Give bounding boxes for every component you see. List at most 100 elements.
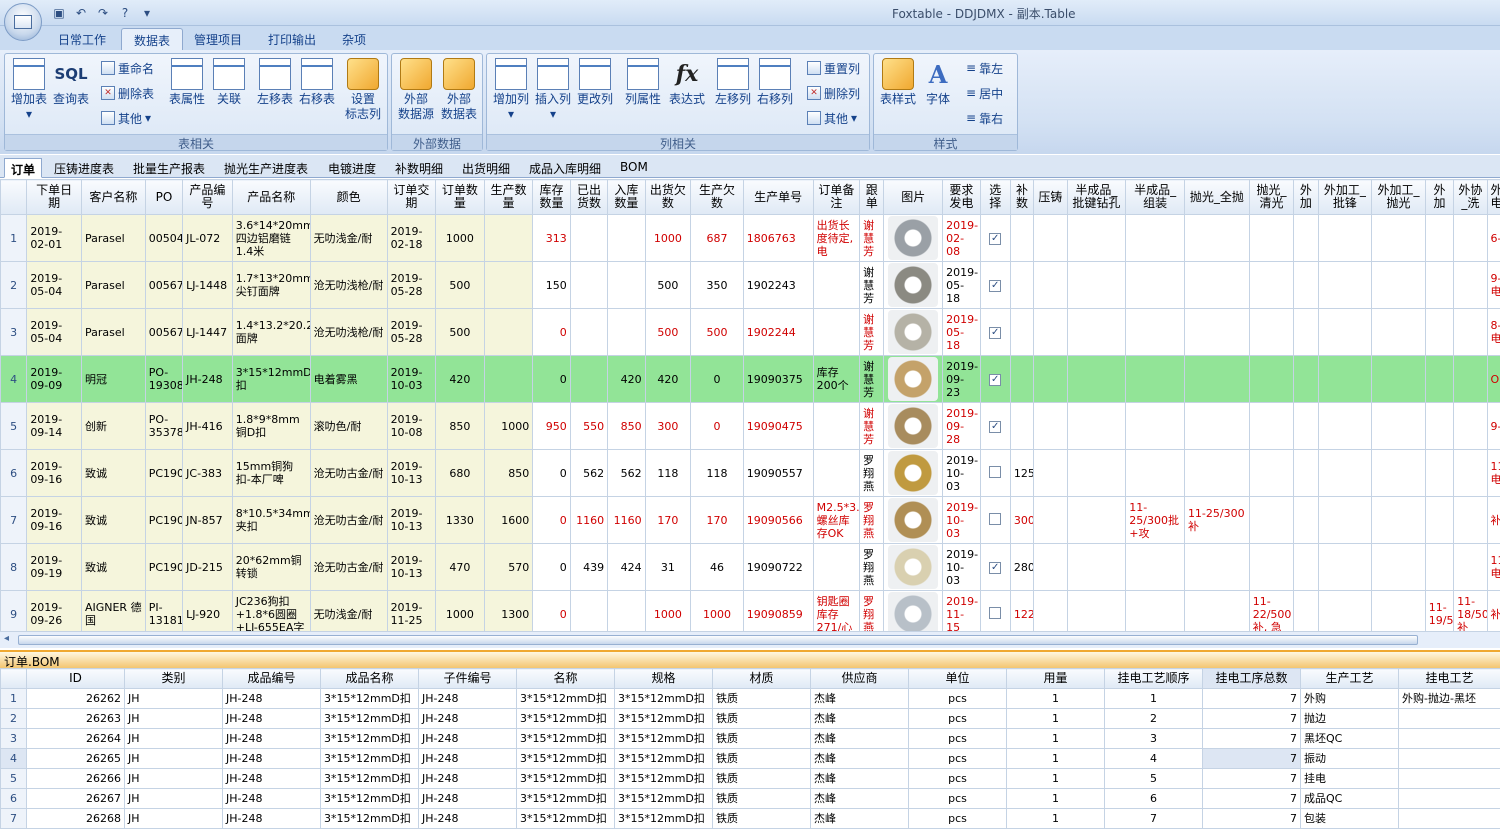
clear-polish-cell[interactable] [1248,261,1295,309]
product-image-cell[interactable] [883,308,944,356]
production-owe-cell[interactable]: 350 [690,261,744,309]
column-header[interactable]: 抛光_全抛 [1183,179,1250,215]
column-header[interactable]: 名称 [516,668,615,689]
table-row[interactable]: 7 26268 JH JH-248 3*15*12mmD扣 JH-248 3*1… [0,808,1500,829]
assembly-cell[interactable] [1125,214,1185,262]
product-code-cell[interactable]: JH-416 [182,402,233,450]
merchandiser-cell[interactable]: 谢慧芳 [859,355,885,403]
order-note-cell[interactable]: M2.5*3.5螺丝库存OK [812,496,861,544]
column-header[interactable]: 抛光_清光 [1248,179,1295,215]
expression-button[interactable]: fx 表达式 [667,58,707,134]
outsource-trim-cell[interactable] [1317,496,1373,544]
full-polish-cell[interactable] [1183,261,1250,309]
production-owe-cell[interactable]: 118 [690,449,744,497]
order-note-cell[interactable] [812,449,861,497]
save-icon[interactable]: ▣ [50,4,68,22]
ship-owe-cell[interactable]: 500 [644,308,692,356]
supplement-cell[interactable]: 2800 [1009,543,1035,591]
product-code-cell[interactable]: JH-248 [222,788,321,809]
column-header[interactable]: 生产数量 [483,179,534,215]
po-cell[interactable]: PO-19308 [144,355,184,403]
column-header[interactable]: 成品编号 [222,668,321,689]
outsource-plating-cell[interactable]: 补 [1486,496,1500,544]
column-header[interactable]: 生产工艺 [1300,668,1399,689]
po-cell[interactable]: PC19090086 [144,449,184,497]
font-button[interactable]: A 字体 [918,58,958,134]
column-header[interactable]: 要求发电 [942,179,981,215]
stock-qty-cell[interactable]: 0 [532,355,571,403]
required-plating-date-cell[interactable]: 2019-10-03 [942,449,981,497]
tab-misc[interactable]: 杂项 [330,28,378,50]
align-center-button[interactable]: ≡ 居中 [966,83,1003,103]
product-code-cell[interactable]: JH-248 [222,728,321,749]
outsource-wash-cell[interactable] [1453,261,1488,309]
select-cell[interactable]: ✓ [979,402,1011,450]
product-name-cell[interactable]: 3*15*12mmD扣 [231,355,311,403]
plating-process-cell[interactable] [1398,708,1500,729]
plating-process-cell[interactable] [1398,788,1500,809]
table-row[interactable]: 8 2019-09-19 致诚 PC19090086 JD-215 20*62m… [0,543,1500,591]
casting-cell[interactable] [1033,355,1068,403]
table-row[interactable]: 2 2019-05-04 Parasel 00567 LJ-1448 1.7*1… [0,261,1500,309]
product-name-cell[interactable]: 1.4*13.2*20.2mm面牌 [231,308,311,356]
table-row[interactable]: 6 2019-09-16 致诚 PC19090086 JC-383 15mm铜狗… [0,449,1500,497]
sub-part-code-cell[interactable]: JH-248 [418,768,517,789]
casting-cell[interactable] [1033,402,1068,450]
order-qty-cell[interactable]: 420 [435,355,485,403]
product-code-cell[interactable]: JC-383 [182,449,233,497]
table-properties-button[interactable]: 表属性 [167,58,207,134]
due-date-cell[interactable]: 2019-02-18 [386,214,437,262]
production-qty-cell[interactable] [483,355,534,403]
outsource-wash-cell[interactable] [1453,308,1488,356]
casting-cell[interactable] [1033,214,1068,262]
outsource2-cell[interactable] [1424,402,1455,450]
align-left-button[interactable]: ≡ 靠左 [966,58,1003,78]
production-qty-cell[interactable]: 570 [483,543,534,591]
external-table-button[interactable]: 外部 数据表 [439,58,479,134]
help-icon[interactable]: ? [116,4,134,22]
full-polish-cell[interactable] [1183,543,1250,591]
shipped-qty-cell[interactable] [569,308,609,356]
sub-part-code-cell[interactable]: JH-248 [418,728,517,749]
product-name-cell[interactable]: 3*15*12mmD扣 [320,788,419,809]
shipped-qty-cell[interactable] [569,355,609,403]
column-header[interactable]: 材质 [712,668,811,689]
production-process-cell[interactable]: 抛边 [1300,708,1399,729]
table-row[interactable]: 3 2019-05-04 Parasel 00567 LJ-1447 1.4*1… [0,308,1500,356]
order-date-cell[interactable]: 2019-09-16 [26,449,82,497]
production-order-cell[interactable]: 19090566 [742,496,814,544]
casting-cell[interactable] [1033,308,1068,356]
column-header[interactable]: 半成品_批键钻孔 [1066,179,1127,215]
change-column-button[interactable]: 更改列 [575,58,615,134]
outsource-cell[interactable] [1293,261,1319,309]
column-header[interactable]: 订单交期 [386,179,437,215]
color-cell[interactable]: 无叻浅金/耐 [309,214,388,262]
other-column-button[interactable]: 其他 ▾ [807,108,857,128]
delete-column-button[interactable]: ✕ 删除列 [807,83,860,103]
product-code-cell[interactable]: LJ-1448 [182,261,233,309]
column-header[interactable]: 下单日期 [26,179,82,215]
casting-cell[interactable] [1033,261,1068,309]
move-column-right-button[interactable]: 右移列 [755,58,795,134]
outsource2-cell[interactable] [1424,308,1455,356]
usage-cell[interactable]: 1 [1006,748,1105,769]
order-qty-cell[interactable]: 850 [435,402,485,450]
scrollbar-thumb[interactable] [18,635,1418,645]
row-number[interactable]: 3 [0,308,28,356]
outsource2-cell[interactable] [1424,543,1455,591]
production-owe-cell[interactable]: 0 [690,355,744,403]
row-number[interactable]: 6 [0,449,28,497]
name-cell[interactable]: 3*15*12mmD扣 [516,808,615,829]
supplement-cell[interactable] [1009,402,1035,450]
set-flag-column-button[interactable]: 设置 标志列 [343,58,383,134]
outsource-cell[interactable] [1293,214,1319,262]
stock-qty-cell[interactable]: 0 [532,308,571,356]
production-owe-cell[interactable]: 687 [690,214,744,262]
due-date-cell[interactable]: 2019-10-03 [386,355,437,403]
order-qty-cell[interactable]: 1000 [435,214,485,262]
row-number[interactable]: 5 [0,768,27,789]
assembly-cell[interactable] [1125,261,1185,309]
order-qty-cell[interactable]: 470 [435,543,485,591]
product-code-cell[interactable]: JH-248 [222,808,321,829]
stock-qty-cell[interactable]: 950 [532,402,571,450]
